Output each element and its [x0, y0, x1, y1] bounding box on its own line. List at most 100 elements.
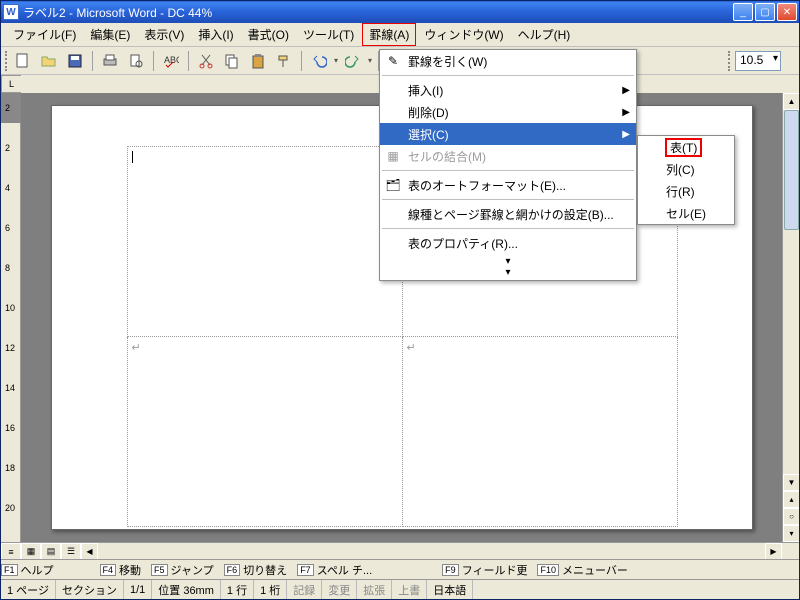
minimize-button[interactable]: _: [733, 3, 753, 21]
app-window: W ラベル2 - Microsoft Word - DC 44% _ ▢ ✕ フ…: [0, 0, 800, 600]
status-section: セクション: [56, 580, 124, 599]
window-buttons: _ ▢ ✕: [733, 3, 797, 21]
table-row: ↵ ↵: [127, 337, 677, 527]
status-section-num: 1/1: [124, 580, 152, 599]
fkey-f9[interactable]: F9フィールド更: [442, 562, 527, 578]
fkey-f6[interactable]: F6切り替え: [224, 562, 288, 578]
menu-table[interactable]: 罫線(A): [362, 23, 416, 46]
menu-help[interactable]: ヘルプ(H): [512, 24, 577, 45]
menu-merge-cells[interactable]: ▦ セルの結合(M): [380, 145, 636, 167]
status-rec: 記録: [287, 580, 322, 599]
close-button[interactable]: ✕: [777, 3, 797, 21]
menu-autoformat[interactable]: 🗂 表のオートフォーマット(E)...: [380, 174, 636, 196]
maximize-button[interactable]: ▢: [755, 3, 775, 21]
status-language: 日本語: [427, 580, 473, 599]
paste-button[interactable]: [247, 50, 269, 72]
scroll-left-button[interactable]: ◀: [81, 543, 98, 560]
menu-insert[interactable]: 挿入(I): [192, 24, 239, 45]
fkey-f5[interactable]: F5ジャンプ: [151, 562, 214, 578]
redo-dropdown-icon[interactable]: ▾: [368, 56, 372, 65]
submenu-select-cell[interactable]: セル(E): [638, 202, 734, 224]
copy-button[interactable]: [221, 50, 243, 72]
menubar: ファイル(F) 編集(E) 表示(V) 挿入(I) 書式(O) ツール(T) 罫…: [1, 23, 799, 47]
titlebar: W ラベル2 - Microsoft Word - DC 44% _ ▢ ✕: [1, 1, 799, 23]
ruler-corner: L: [1, 75, 21, 93]
paragraph-mark-icon: ↵: [132, 342, 141, 354]
print-layout-view-button[interactable]: ▤: [41, 543, 61, 560]
table-cell[interactable]: [127, 147, 402, 337]
browse-object-button[interactable]: ○: [783, 508, 799, 525]
status-column: 1 桁: [254, 580, 287, 599]
chevron-right-icon: ▶: [622, 129, 630, 140]
select-submenu-dropdown: 表(T) 列(C) 行(R) セル(E): [637, 135, 735, 225]
redo-button[interactable]: [342, 50, 364, 72]
status-page: 1 ページ: [1, 580, 56, 599]
menu-view[interactable]: 表示(V): [138, 24, 190, 45]
menu-expand-icon[interactable]: ▾▾: [380, 254, 636, 280]
menu-select-submenu[interactable]: 選択(C)▶: [380, 123, 636, 145]
menu-file[interactable]: ファイル(F): [7, 24, 82, 45]
scroll-thumb[interactable]: [784, 110, 799, 230]
menu-format[interactable]: 書式(O): [242, 24, 295, 45]
outline-view-button[interactable]: ☰: [61, 543, 81, 560]
print-button[interactable]: [99, 50, 121, 72]
vertical-ruler[interactable]: 22468101214161820: [1, 93, 21, 542]
paragraph-mark-icon: ↵: [407, 342, 416, 354]
new-doc-button[interactable]: [12, 50, 34, 72]
fkey-bar: F1ヘルプ F4移動 F5ジャンプ F6切り替え F7スペル チ... F9フィ…: [1, 559, 799, 579]
cut-button[interactable]: [195, 50, 217, 72]
submenu-select-table[interactable]: 表(T): [638, 136, 734, 158]
toolbar-grip-2[interactable]: [728, 51, 731, 71]
menu-window[interactable]: ウィンドウ(W): [418, 24, 509, 45]
table-cell[interactable]: ↵: [127, 337, 402, 527]
menu-edit[interactable]: 編集(E): [84, 24, 136, 45]
menu-draw-table[interactable]: ✎ 罫線を引く(W): [380, 50, 636, 72]
scroll-right-button[interactable]: ▶: [765, 543, 782, 560]
status-line: 1 行: [221, 580, 254, 599]
submenu-select-column[interactable]: 列(C): [638, 158, 734, 180]
web-view-button[interactable]: ▦: [21, 543, 41, 560]
menu-insert-submenu[interactable]: 挿入(I)▶: [380, 79, 636, 101]
menu-delete-submenu[interactable]: 削除(D)▶: [380, 101, 636, 123]
undo-dropdown-icon[interactable]: ▾: [334, 56, 338, 65]
status-position: 位置 36mm: [152, 580, 221, 599]
scroll-up-button[interactable]: ▲: [783, 93, 799, 110]
prev-page-button[interactable]: ▴: [783, 491, 799, 508]
menu-borders-shading[interactable]: 線種とページ罫線と網かけの設定(B)...: [380, 203, 636, 225]
format-painter-button[interactable]: [273, 50, 295, 72]
fkey-f4[interactable]: F4移動: [100, 562, 142, 578]
hscroll-track[interactable]: [98, 543, 765, 559]
fkey-f7[interactable]: F7スペル チ...: [297, 562, 372, 578]
chevron-right-icon: ▶: [622, 85, 630, 96]
status-ovr: 上書: [392, 580, 427, 599]
status-ext: 拡張: [357, 580, 392, 599]
scroll-down-button[interactable]: ▼: [783, 474, 799, 491]
next-page-button[interactable]: ▾: [783, 525, 799, 542]
menu-tools[interactable]: ツール(T): [297, 24, 360, 45]
menu-table-properties[interactable]: 表のプロパティ(R)...: [380, 232, 636, 254]
window-title: ラベル2 - Microsoft Word - DC 44%: [23, 4, 733, 21]
table-menu-dropdown: ✎ 罫線を引く(W) 挿入(I)▶ 削除(D)▶ 選択(C)▶ ▦ セルの結合(…: [379, 49, 637, 281]
merge-cells-icon: ▦: [384, 149, 402, 163]
chevron-right-icon: ▶: [622, 107, 630, 118]
fkey-f1[interactable]: F1ヘルプ: [1, 562, 54, 578]
open-button[interactable]: [38, 50, 60, 72]
fontsize-combo[interactable]: 10.5: [735, 51, 781, 71]
vertical-scrollbar[interactable]: ▲ ▼ ▴ ○ ▾: [782, 93, 799, 542]
fkey-f10[interactable]: F10メニューバー: [537, 562, 627, 578]
status-bar: 1 ページ セクション 1/1 位置 36mm 1 行 1 桁 記録 変更 拡張…: [1, 579, 799, 599]
normal-view-button[interactable]: ≡: [1, 543, 21, 560]
pencil-icon: ✎: [384, 54, 402, 68]
text-cursor: [132, 151, 134, 163]
submenu-select-row[interactable]: 行(R): [638, 180, 734, 202]
print-preview-button[interactable]: [125, 50, 147, 72]
table-cell[interactable]: ↵: [402, 337, 677, 527]
app-icon: W: [3, 4, 19, 20]
save-button[interactable]: [64, 50, 86, 72]
toolbar-grip[interactable]: [5, 51, 8, 71]
status-track: 変更: [322, 580, 357, 599]
horizontal-scroll-row: ≡ ▦ ▤ ☰ ◀ ▶: [1, 542, 799, 559]
undo-button[interactable]: [308, 50, 330, 72]
spellcheck-button[interactable]: ABC: [160, 50, 182, 72]
autoformat-icon: 🗂: [384, 178, 402, 192]
